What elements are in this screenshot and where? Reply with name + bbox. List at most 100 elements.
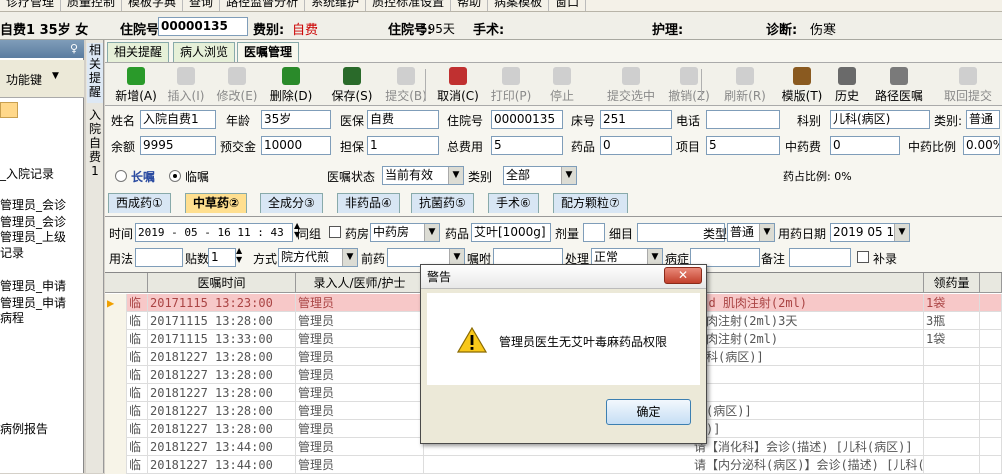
left-panel-item[interactable]: _入院记录 bbox=[0, 165, 54, 182]
temp-order-radio[interactable] bbox=[169, 170, 181, 182]
menu-item-2[interactable]: 模板字典 bbox=[122, 0, 184, 11]
toolbar-button-8[interactable]: 停止 bbox=[545, 63, 579, 107]
method-select[interactable]: 院方代煎 ▼ bbox=[278, 248, 358, 267]
grid-header-user[interactable]: 录入人/医师/护士 bbox=[296, 273, 424, 293]
phone-label: 电话 bbox=[676, 114, 701, 128]
type-select[interactable]: 普通 ▼ bbox=[727, 223, 775, 242]
time-label: 时间 bbox=[109, 227, 134, 241]
pin-icon[interactable]: ♀ bbox=[0, 40, 84, 58]
menu-item-5[interactable]: 系统维护 bbox=[305, 0, 367, 11]
toolbar-button-1[interactable]: 插入(I) bbox=[163, 63, 209, 107]
menu-item-1[interactable]: 质量控制 bbox=[61, 0, 123, 11]
toolbar-button-9[interactable]: 提交选中 bbox=[601, 63, 661, 107]
patient-detail: 姓名 入院自费1 年龄 35岁 医保 自费 住院号 00000135 床号 25… bbox=[105, 107, 1002, 159]
herb-ratio-label: 中药比例 bbox=[908, 140, 957, 154]
undo-icon bbox=[449, 67, 467, 85]
toolbar-button-6[interactable]: 取消(C) bbox=[433, 63, 483, 107]
time-field[interactable]: 2019 - 05 - 16 11 : 43 bbox=[135, 223, 293, 242]
row-kind: 临 bbox=[127, 420, 148, 438]
date-select[interactable]: 2019 05 17 ▼ bbox=[830, 223, 910, 242]
order-status-select[interactable]: 当前有效 ▼ bbox=[382, 166, 464, 185]
left-panel-item[interactable]: 记录 bbox=[0, 244, 24, 261]
toolbar-button-14[interactable]: 路径医嘱 bbox=[871, 63, 927, 107]
bed-label: 床号 bbox=[571, 114, 596, 128]
subtab-6[interactable]: 配方颗粒⑦ bbox=[553, 193, 628, 213]
temp-order-label: 临嘱 bbox=[185, 170, 210, 184]
toolbar-button-3[interactable]: 删除(D) bbox=[265, 63, 317, 107]
row-qty bbox=[924, 420, 980, 438]
row-qty bbox=[924, 402, 980, 420]
subtab-5[interactable]: 手术⑥ bbox=[488, 193, 539, 213]
toolbar-button-13[interactable]: 历史 bbox=[829, 63, 865, 107]
toolbar-button-5[interactable]: 提交(B) bbox=[383, 63, 429, 107]
subtab-2[interactable]: 全成分③ bbox=[260, 193, 323, 213]
note-field[interactable] bbox=[789, 248, 851, 267]
left-tab-marker[interactable] bbox=[0, 102, 18, 118]
row-user: 管理员 bbox=[296, 330, 424, 348]
function-key-button[interactable]: 功能键 ▼ bbox=[0, 60, 84, 98]
tab-reminders[interactable]: 相关提醒 bbox=[107, 42, 170, 62]
toolbar-button-12[interactable]: 模版(T) bbox=[779, 63, 825, 107]
side-tab-patient[interactable]: 入院自费1 bbox=[87, 108, 103, 218]
row-user: 管理员 bbox=[296, 312, 424, 330]
subtab-1[interactable]: 中草药② bbox=[185, 193, 248, 213]
grid-header-time[interactable]: 医嘱时间 bbox=[148, 273, 296, 293]
menu-item-0[interactable]: 诊疗管理 bbox=[0, 0, 62, 11]
dialog-message: 管理员医生无艾叶毒麻药品权限 bbox=[499, 335, 668, 349]
supplement-checkbox[interactable] bbox=[857, 251, 869, 263]
tab-order-management[interactable]: 医嘱管理 bbox=[237, 42, 300, 63]
category-select[interactable]: 全部 ▼ bbox=[503, 166, 577, 185]
toolbar-button-7[interactable]: 打印(P) bbox=[487, 63, 535, 107]
left-panel-item[interactable]: 病例报告 bbox=[0, 420, 48, 437]
subtab-4[interactable]: 抗菌药⑤ bbox=[411, 193, 474, 213]
group-checkbox[interactable] bbox=[329, 226, 341, 238]
toolbar-button-0[interactable]: 新增(A) bbox=[113, 63, 159, 107]
subtab-3[interactable]: 非药品④ bbox=[337, 193, 400, 213]
ok-button[interactable]: 确定 bbox=[606, 399, 691, 425]
row-indicator-icon bbox=[105, 456, 127, 474]
left-panel-item[interactable]: 管理员_申请 bbox=[0, 277, 66, 294]
row-user: 管理员 bbox=[296, 402, 424, 420]
menu-item-8[interactable]: 病案模板 bbox=[488, 0, 550, 11]
doses-field[interactable]: 1 bbox=[208, 248, 236, 267]
toolbar-button-2[interactable]: 修改(E) bbox=[213, 63, 261, 107]
dose-field[interactable] bbox=[583, 223, 605, 242]
long-order-radio[interactable] bbox=[115, 170, 127, 182]
insurance-label: 医保 bbox=[340, 114, 365, 128]
toolbar-button-10[interactable]: 撤销(Z) bbox=[663, 63, 715, 107]
function-key-label: 功能键 bbox=[6, 73, 43, 87]
menu-item-7[interactable]: 帮助 bbox=[451, 0, 489, 11]
row-kind: 临 bbox=[127, 438, 148, 456]
left-panel-item[interactable]: 病程 bbox=[0, 309, 24, 326]
row-indicator-icon bbox=[105, 312, 127, 330]
toolbar-button-4[interactable]: 保存(S) bbox=[329, 63, 375, 107]
table-row[interactable]: 临 20181227 13:44:00 管理员 请【内分泌科(病区)】会诊(描述) [… bbox=[105, 456, 1002, 474]
row-indicator-icon bbox=[105, 438, 127, 456]
drug-fee-label: 药品 bbox=[571, 140, 596, 154]
subtab-0[interactable]: 西成药① bbox=[108, 193, 171, 213]
left-panel-item[interactable]: 管理员_上级 bbox=[0, 228, 66, 245]
menu-item-4[interactable]: 路径监督分析 bbox=[220, 0, 306, 11]
menu-item-3[interactable]: 查询 bbox=[183, 0, 221, 11]
grid-header-qty[interactable]: 领药量 bbox=[924, 273, 980, 293]
toolbar-button-11[interactable]: 刷新(R) bbox=[721, 63, 769, 107]
left-panel-item[interactable]: 管理员_会诊 bbox=[0, 196, 66, 213]
fee-value: 自费 bbox=[292, 23, 319, 38]
herb-ratio-field: 0.00% bbox=[963, 136, 1000, 155]
drug-field[interactable]: 艾叶[1000g] bbox=[471, 223, 551, 242]
toolbar-button-15[interactable]: 取回提交 bbox=[937, 63, 999, 107]
grid-header-extra[interactable] bbox=[980, 273, 1002, 293]
long-order-label: 长嘱 bbox=[131, 170, 156, 184]
row-user: 管理员 bbox=[296, 438, 424, 456]
doses-spin-icon[interactable]: ▲ ▼ bbox=[236, 246, 242, 264]
menu-item-6[interactable]: 质控标准设置 bbox=[366, 0, 452, 11]
tab-patient-browse[interactable]: 病人浏览 bbox=[173, 42, 236, 62]
close-icon[interactable]: ✕ bbox=[664, 267, 702, 284]
usage-field[interactable] bbox=[135, 248, 183, 267]
pharmacy-select[interactable]: 中药房 ▼ bbox=[370, 223, 440, 242]
menu-item-9[interactable]: 窗口 bbox=[549, 0, 587, 11]
row-qty: 3瓶 bbox=[924, 312, 980, 330]
path-order-icon bbox=[890, 67, 908, 85]
side-tab-reminders[interactable]: 相关提醒 bbox=[87, 43, 103, 103]
edit-icon bbox=[228, 67, 246, 85]
